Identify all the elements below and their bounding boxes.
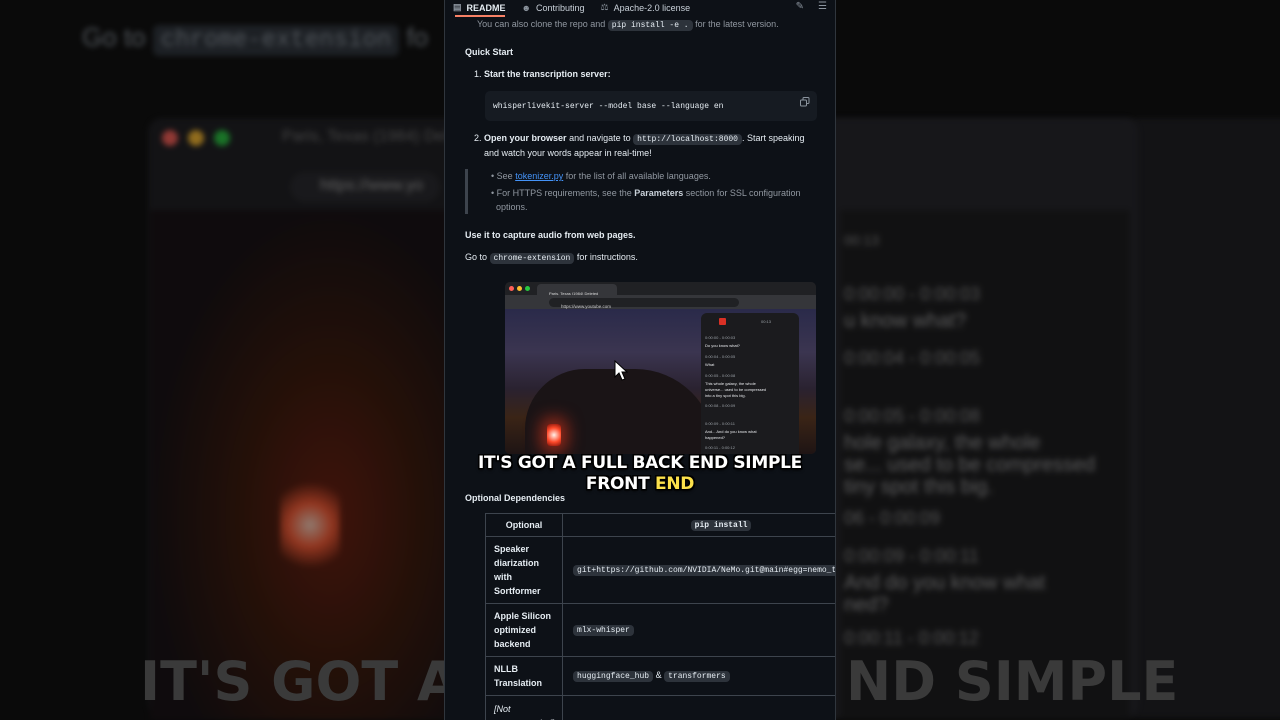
- background-caption-right: ND SIMPLE: [846, 650, 1179, 713]
- people-icon: ☻: [521, 2, 532, 13]
- readme-panel: ▤ README ☻ Contributing ⚖ Apache-2.0 lic…: [444, 0, 836, 720]
- blockquote-bar: [465, 169, 468, 214]
- tokenizer-link[interactable]: tokenizer.py: [515, 171, 563, 181]
- outline-list-icon[interactable]: ☰: [818, 1, 827, 12]
- demo-transcript-time: 0:00:04 - 0:00:05: [705, 354, 736, 359]
- demo-transcript-time: 0:00:05 - 0:00:08: [705, 373, 736, 378]
- caption-highlight: END: [655, 474, 695, 494]
- table-row: NLLB Translation huggingface_hub & trans…: [484, 656, 835, 696]
- demo-taillight: [547, 424, 561, 446]
- readme-tabs: ▤ README ☻ Contributing ⚖ Apache-2.0 lic…: [445, 0, 835, 15]
- table-row: Speaker diarization with Sortformer git+…: [484, 536, 835, 604]
- demo-transcript-text: Do you know what?: [705, 343, 740, 348]
- background-url-bar: https://www.yo: [290, 172, 440, 202]
- dependency-install: git+https://github.com/NVIDIA/NeMo.git@m…: [562, 536, 835, 604]
- demo-screenshot: Paris, Texas (1984) Deleted https://www.…: [505, 282, 816, 454]
- demo-close-dot: [509, 286, 514, 291]
- readme-toolbar: ✎ ☰: [796, 1, 827, 12]
- dependency-name: Speaker diarization with Sortformer: [484, 536, 564, 604]
- demo-transcript-time: 0:00:00 - 0:00:03: [705, 335, 736, 340]
- copy-icon[interactable]: [800, 97, 810, 107]
- dependency-install: mlx-whisper: [562, 603, 835, 657]
- demo-transcript-time: 0:00:11 - 0:00:12: [705, 445, 735, 450]
- tab-readme[interactable]: ▤ README: [445, 0, 514, 15]
- mouse-cursor-icon: [614, 360, 628, 381]
- demo-transcript-time: 0:00:09 - 0:00:11: [705, 421, 735, 426]
- video-caption: IT'S GOT A FULL BACK END SIMPLE FRONT EN…: [444, 453, 836, 495]
- dependency-name: Apple Silicon optimized backend: [484, 603, 564, 657]
- dependency-install: huggingface_hub & transformers: [562, 656, 835, 696]
- background-goto-text: Go to chrome-extension fo: [82, 22, 429, 56]
- background-caption-left: IT'S GOT A: [140, 650, 459, 713]
- bullet-https: • For HTTPS requirements, see the Parame…: [491, 188, 801, 198]
- dependency-name: [Not recommanded]: [484, 695, 564, 720]
- chrome-extension-code: chrome-extension: [489, 253, 575, 264]
- demo-timer: 00:13: [761, 319, 772, 324]
- localhost-url-code: http://localhost:8000: [633, 134, 742, 145]
- background-left: Go to chrome-extension fo Paris, Texas (…: [0, 0, 1138, 720]
- dependency-name: NLLB Translation: [484, 656, 564, 696]
- scale-icon: ⚖: [600, 2, 609, 12]
- background-video-frame: [150, 210, 450, 720]
- demo-minimize-dot: [517, 286, 522, 291]
- tab-license[interactable]: ⚖ Apache-2.0 license: [593, 0, 699, 15]
- tab-contributing[interactable]: ☻ Contributing: [514, 0, 593, 15]
- chrome-extension-instructions: Go to chrome-extension for instructions.: [465, 252, 638, 264]
- step-2-continued: and watch your words appear in real-time…: [484, 148, 652, 158]
- clone-instructions: You can also clone the repo and pip inst…: [477, 19, 779, 31]
- book-icon: ▤: [453, 2, 462, 12]
- step-2: 2. Open your browser and navigate to htt…: [474, 133, 805, 145]
- demo-transcript-text: universe... used to be compressed: [705, 387, 767, 392]
- optional-dependencies-table: Optional pip install Speaker diarization…: [484, 513, 835, 720]
- server-command: whisperlivekit-server --model base --lan…: [493, 102, 724, 111]
- demo-transcript-text: into a tiny spot this big.: [705, 393, 746, 398]
- demo-browser-tab: Paris, Texas (1984) Deleted: [537, 284, 617, 296]
- demo-transcript-text: What: [705, 362, 715, 367]
- demo-transcript-time: 0:00:08 - 0:00:09: [705, 403, 736, 408]
- command-code-block: whisperlivekit-server --model base --lan…: [485, 91, 817, 121]
- demo-transcript-text: happened?: [705, 435, 726, 440]
- dependency-install: [562, 695, 835, 720]
- demo-transcript-text: This whole galaxy, the whole: [705, 381, 756, 386]
- demo-maximize-dot: [525, 286, 530, 291]
- background-window-controls: [162, 130, 240, 151]
- pencil-icon[interactable]: ✎: [796, 1, 804, 12]
- caption-line-1: IT'S GOT A FULL BACK END SIMPLE: [478, 453, 802, 473]
- background-transcript-panel: 00:13 0:00:00 - 0:00:03 u know what? 0:0…: [840, 210, 1130, 720]
- record-stop-icon: [719, 318, 726, 325]
- capture-audio-heading: Use it to capture audio from web pages.: [465, 230, 636, 240]
- background-taillight: [280, 480, 340, 570]
- table-header-row: Optional pip install: [484, 513, 835, 537]
- active-tab-underline: [455, 15, 505, 17]
- bullet-tokenizer: • See tokenizer.py for the list of all a…: [491, 171, 711, 181]
- background-right: 00:13 0:00:00 - 0:00:03 u know what? 0:0…: [540, 0, 1280, 720]
- table-header-optional: Optional: [484, 513, 564, 537]
- pip-install-editable-code: pip install -e .: [607, 20, 693, 31]
- demo-transcript-popup: 00:13 0:00:00 - 0:00:03 Do you know what…: [701, 313, 799, 454]
- demo-url-bar: https://www.youtube.com: [549, 298, 739, 309]
- table-header-pip-install: pip install: [562, 513, 835, 537]
- bullet-https-continued: options.: [496, 202, 528, 212]
- step-1: 1. Start the transcription server:: [474, 69, 611, 79]
- caption-line-2: FRONT END: [585, 474, 695, 494]
- background-tab-title: Paris, Texas (1984) Dele: [282, 128, 457, 145]
- table-row: Apple Silicon optimized backend mlx-whis…: [484, 603, 835, 657]
- table-row: [Not recommanded]: [484, 695, 835, 720]
- quick-start-heading: Quick Start: [465, 47, 514, 57]
- demo-transcript-text: And... And do you know what: [705, 429, 757, 434]
